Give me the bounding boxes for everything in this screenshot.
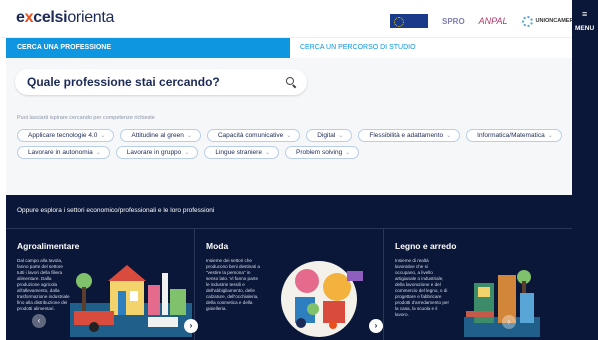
previous-arrow-icon[interactable]: ‹ xyxy=(32,314,46,328)
sector-card-agroalimentare[interactable]: Agroalimentare Dal campo alla tavola, fa… xyxy=(6,229,198,340)
skill-chip[interactable]: Lavorare in gruppo ⌄ xyxy=(115,146,199,159)
skill-chip[interactable]: Flessibilità e adattamento ⌄ xyxy=(358,129,461,142)
site-header: excelsiorienta SPRO ANPAL UNIONCAMERE xyxy=(0,0,577,38)
skill-chip-label: Informatica/Matematica xyxy=(477,132,545,139)
agroalimentare-illustration xyxy=(70,265,192,337)
logo-letters-celsi: celsi xyxy=(33,9,68,26)
logo-letter-x: x xyxy=(24,9,34,26)
sector-description: Insieme dei settori che producono beni d… xyxy=(206,258,260,311)
skill-chip-label: Lavorare in gruppo xyxy=(126,149,182,156)
skill-chip[interactable]: Attitudine al green ⌄ xyxy=(120,129,201,142)
chevron-down-icon: ⌄ xyxy=(345,150,351,156)
skill-chip[interactable]: Problem solving ⌄ xyxy=(284,146,360,159)
search-icon[interactable] xyxy=(286,77,294,85)
skill-chip-row-1: Applicare tecnologie 4.0 ⌄ Attitudine al g… xyxy=(17,129,562,142)
skill-chip-label: Flessibilità e adattamento xyxy=(369,132,444,139)
chevron-down-icon: ⌄ xyxy=(547,133,553,139)
sector-cards: Agroalimentare Dal campo alla tavola, fa… xyxy=(6,229,572,340)
skill-chip[interactable]: Lingue straniere ⌄ xyxy=(204,146,279,159)
hamburger-menu-icon[interactable]: ≡ xyxy=(582,10,587,19)
chevron-down-icon: ⌄ xyxy=(446,133,452,139)
skill-chip[interactable]: Lavorare in autonomia ⌄ xyxy=(17,146,110,159)
skill-chip-label: Lavorare in autonomia xyxy=(28,149,93,156)
skills-hint: Puoi lasciarti ispirare cercando per com… xyxy=(17,115,155,121)
sector-card-moda[interactable]: Moda Insieme dei settori che producono b… xyxy=(195,229,384,340)
excelsiorienta-logo[interactable]: excelsiorienta xyxy=(16,9,114,27)
skill-chip[interactable]: Applicare tecnologie 4.0 ⌄ xyxy=(17,129,115,142)
sector-title: Agroalimentare xyxy=(17,241,80,251)
skill-chip-label: Problem solving xyxy=(295,149,343,156)
sector-title: Legno e arredo xyxy=(395,241,457,251)
tab-cerca-professione[interactable]: CERCA UNA PROFESSIONE xyxy=(6,38,290,58)
skill-chip-label: Lingue straniere xyxy=(215,149,262,156)
chevron-down-icon: ⌄ xyxy=(95,150,101,156)
sectors-heading: Oppure esplora i settori economico/profe… xyxy=(17,207,215,214)
page: excelsiorienta SPRO ANPAL UNIONCAMERE ≡ … xyxy=(0,0,598,340)
chevron-down-icon: ⌄ xyxy=(338,133,344,139)
moda-illustration xyxy=(281,261,363,337)
chevron-down-icon: ⌄ xyxy=(184,150,190,156)
chevron-down-icon: ⌄ xyxy=(286,133,292,139)
menu-sidebar[interactable]: ≡ MENU xyxy=(572,0,598,340)
unioncamere-logo: UNIONCAMERE xyxy=(521,15,578,27)
sector-title: Moda xyxy=(206,241,229,251)
search-prompt: Quale professione stai cercando? xyxy=(27,75,220,89)
eu-flag-logo xyxy=(390,14,428,28)
partner-logos: SPRO ANPAL UNIONCAMERE xyxy=(390,13,577,29)
menu-label[interactable]: MENU xyxy=(575,25,594,32)
skill-chip[interactable]: Capacità comunicative ⌄ xyxy=(206,129,301,142)
skill-chip[interactable]: Informatica/Matematica ⌄ xyxy=(466,129,562,142)
skill-chip[interactable]: Digital ⌄ xyxy=(306,129,353,142)
logo-letters-orienta: orienta xyxy=(67,9,115,26)
chevron-down-icon: ⌄ xyxy=(264,150,270,156)
sector-description: Dal campo alla tavola, fanno parte del s… xyxy=(17,258,70,311)
skill-chip-label: Attitudine al green xyxy=(131,132,184,139)
chevron-down-icon: ⌄ xyxy=(186,133,192,139)
skill-chip-label: Digital xyxy=(317,132,336,139)
sector-card-legno-arredo[interactable]: Legno e arredo Insieme di realtà lavorat… xyxy=(384,229,572,340)
skill-chip-row-2: Lavorare in autonomia ⌄ Lavorare in gruppo… xyxy=(17,146,557,159)
unioncamere-label: UNIONCAMERE xyxy=(535,18,578,24)
search-panel: Quale professione stai cercando? Puoi la… xyxy=(6,58,572,195)
spro-logo: SPRO xyxy=(442,16,465,26)
previous-arrow-icon[interactable]: › xyxy=(502,315,516,329)
logo-letter-e: e xyxy=(16,9,25,26)
next-arrow-icon[interactable]: › xyxy=(369,319,383,333)
profession-search-input[interactable]: Quale professione stai cercando? xyxy=(15,69,307,95)
sector-description: Insieme di realtà lavorative che si occu… xyxy=(395,258,449,317)
tab-cerca-percorso-studio[interactable]: CERCA UN PERCORSO DI STUDIO xyxy=(290,38,572,58)
anpal-logo: ANPAL xyxy=(478,16,508,26)
skill-chip-label: Applicare tecnologie 4.0 xyxy=(28,132,98,139)
chevron-down-icon: ⌄ xyxy=(100,133,106,139)
skill-chips: Applicare tecnologie 4.0 ⌄ Attitudine al g… xyxy=(17,129,562,163)
skill-chip-label: Capacità comunicative xyxy=(217,132,284,139)
unioncamere-mark-icon xyxy=(521,15,533,27)
